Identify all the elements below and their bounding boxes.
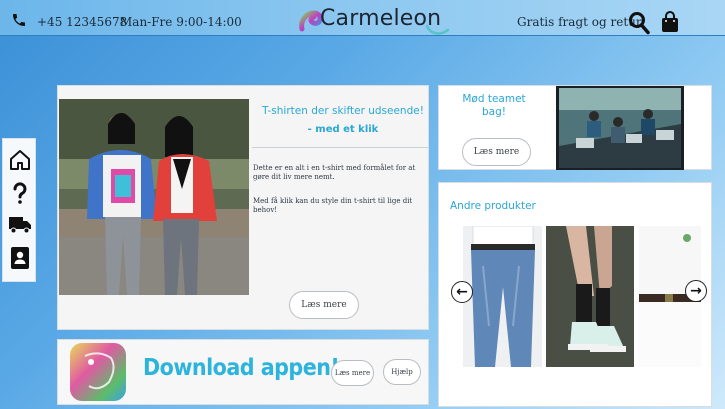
phone-icon bbox=[13, 14, 25, 26]
download-app-banner: Download appen! Læs mere Hjælp bbox=[57, 339, 429, 405]
arrow-right-icon: → bbox=[690, 283, 702, 299]
product-image-sneakers[interactable] bbox=[546, 226, 634, 367]
search-icon[interactable] bbox=[628, 11, 650, 35]
help-icon[interactable] bbox=[8, 181, 32, 205]
carousel-prev-button[interactable]: ← bbox=[451, 281, 473, 303]
hero-photo bbox=[59, 99, 249, 295]
arrow-left-icon: ← bbox=[456, 284, 468, 300]
hero-paragraph: Med få klik kan du style din t-shirt til… bbox=[253, 197, 413, 214]
bag-icon[interactable] bbox=[661, 11, 679, 33]
side-nav bbox=[2, 138, 36, 282]
top-bar: +45 12345678 Man-Fre 9:00-14:00 Carmeleo… bbox=[0, 0, 725, 36]
section-title: Andre produkter bbox=[450, 200, 536, 212]
team-card: Mød teamet bag! Læs mere bbox=[438, 85, 712, 170]
home-icon[interactable] bbox=[8, 148, 32, 172]
opening-hours: Man-Fre 9:00-14:00 bbox=[120, 15, 242, 29]
read-more-button[interactable]: Læs mere bbox=[289, 291, 359, 319]
team-heading: Mød teamet bag! bbox=[462, 93, 526, 118]
contact-icon[interactable] bbox=[8, 246, 32, 270]
hero-card: T-shirten der skifter udseende! - med et… bbox=[57, 85, 429, 330]
phone-number[interactable]: +45 12345678 bbox=[37, 15, 127, 29]
truck-icon[interactable] bbox=[8, 212, 32, 236]
help-button[interactable]: Hjælp bbox=[383, 359, 421, 385]
brand-logo[interactable]: Carmeleon bbox=[320, 6, 441, 31]
other-products-card: Andre produkter ← → bbox=[438, 182, 712, 407]
download-headline: Download appen! bbox=[143, 355, 340, 381]
shipping-info: Gratis fragt og retur bbox=[517, 15, 642, 29]
carousel-next-button[interactable]: → bbox=[685, 280, 707, 302]
read-more-button[interactable]: Læs mere bbox=[462, 138, 531, 166]
app-icon[interactable] bbox=[69, 342, 127, 402]
read-more-button[interactable]: Læs mere bbox=[331, 360, 374, 386]
divider bbox=[252, 147, 428, 148]
hero-paragraph: Dette er en alt i en t-shirt med formåle… bbox=[253, 164, 416, 181]
hero-title: T-shirten der skifter udseende! bbox=[262, 105, 424, 117]
team-photo bbox=[556, 86, 684, 170]
hero-subtitle: - med et klik bbox=[307, 124, 379, 135]
logo-tail-icon bbox=[426, 24, 450, 35]
product-image-jeans[interactable] bbox=[463, 226, 542, 367]
